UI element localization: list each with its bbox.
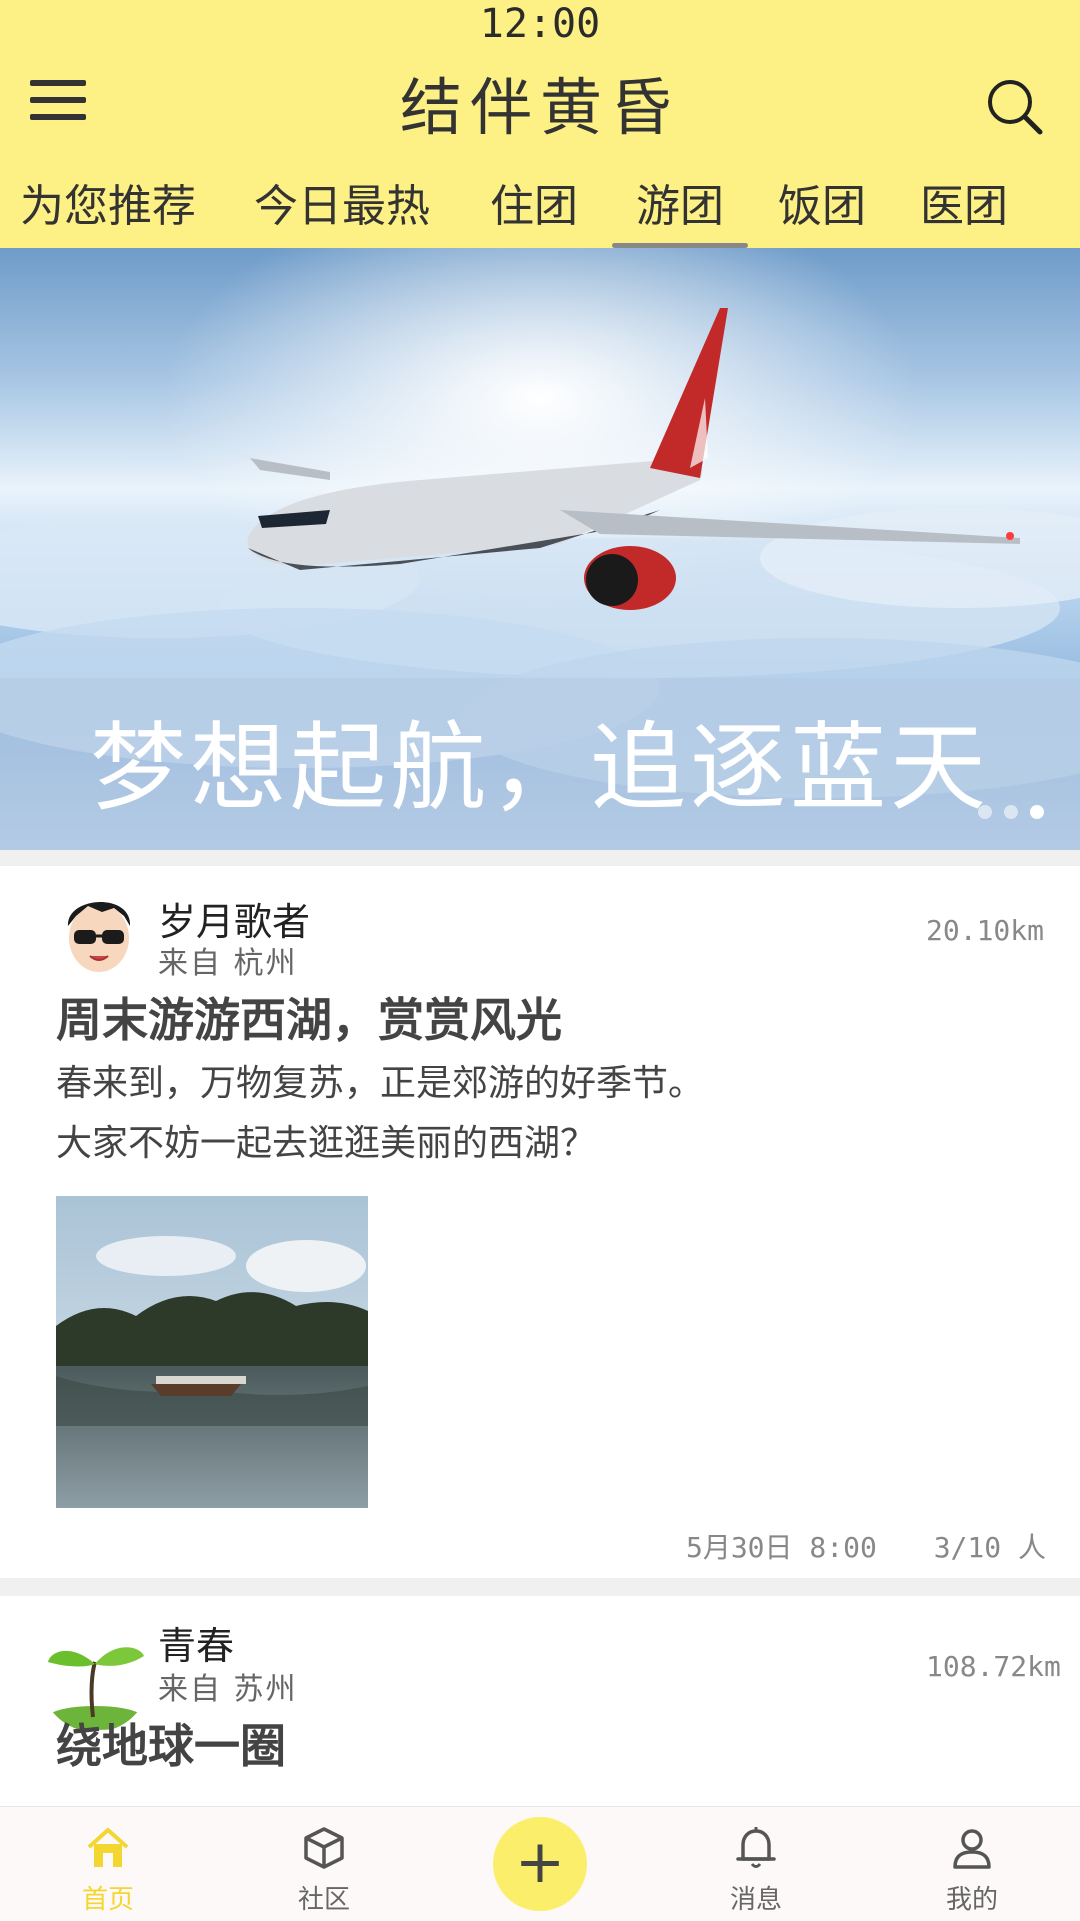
post-author[interactable]: 青春 <box>158 1622 234 1670</box>
add-post-button[interactable]: + <box>493 1817 587 1911</box>
post-title[interactable]: 绕地球一圈 <box>56 1716 286 1776</box>
app-title: 结伴黄昏 <box>399 71 680 144</box>
tab-recommend[interactable]: 为您推荐 <box>18 170 198 248</box>
search-button[interactable] <box>986 78 1044 136</box>
user-icon <box>953 1829 991 1869</box>
status-bar-time: 12:00 <box>479 1 601 47</box>
tab-hottest[interactable]: 今日最热 <box>252 170 432 248</box>
banner-caption: 梦想起航，追逐蓝天 <box>90 712 990 824</box>
carousel-dot[interactable] <box>1004 805 1018 819</box>
post-distance: 20.10km <box>926 914 1045 947</box>
post-origin: 来自 杭州 <box>158 946 298 981</box>
post-meta: 5月30日 8:00 3/10 人 <box>646 1526 1046 1566</box>
cube-icon <box>304 1827 344 1869</box>
category-tabs: 为您推荐 今日最热 住团 游团 饭团 医团 团 <box>0 170 1080 248</box>
bottom-navigation: 首页 社区 + 消息 我的 <box>0 1806 1080 1921</box>
post-author[interactable]: 岁月歌者 <box>158 898 310 946</box>
avatar-cartoon-man <box>52 886 146 980</box>
home-icon <box>87 1828 129 1867</box>
tab-more[interactable]: 团 <box>1066 170 1080 248</box>
tab-food[interactable]: 饭团 <box>776 170 868 248</box>
post-people-count: 3/10 人 <box>933 1531 1046 1564</box>
tab-lodging[interactable]: 住团 <box>488 170 580 248</box>
post-body-line: 春来到，万物复苏，正是郊游的好季节。 <box>56 1063 705 1104</box>
banner-carousel[interactable]: 梦想起航，追逐蓝天 <box>0 248 1080 850</box>
nav-community-label: 社区 <box>297 1885 350 1915</box>
post-distance: 108.72km <box>926 1650 1061 1683</box>
search-icon <box>988 80 1043 135</box>
nav-messages-label: 消息 <box>729 1885 782 1915</box>
post-card[interactable]: 青春 来自 苏州 108.72km 绕地球一圈 <box>0 1596 1080 1806</box>
app-header: 12:00 结伴黄昏 为您推荐 今日最热 住团 游团 饭团 医团 团 <box>0 0 1080 248</box>
post-photo[interactable] <box>56 1196 368 1508</box>
post-origin: 来自 苏州 <box>158 1672 298 1707</box>
carousel-dot[interactable] <box>978 805 992 819</box>
nav-profile[interactable]: 我的 <box>912 1807 1032 1921</box>
bell-icon <box>736 1827 776 1868</box>
nav-community[interactable]: 社区 <box>264 1807 384 1921</box>
post-body-line: 大家不妨一起去逛逛美丽的西湖？ <box>56 1123 597 1164</box>
west-lake-photo <box>56 1196 368 1508</box>
tab-travel[interactable]: 游团 <box>612 170 748 248</box>
nav-messages[interactable]: 消息 <box>696 1807 816 1921</box>
carousel-dot-active[interactable] <box>1030 805 1044 819</box>
nav-profile-label: 我的 <box>945 1885 998 1915</box>
post-card[interactable]: 岁月歌者 来自 杭州 20.10km 周末游游西湖，赏赏风光 春来到，万物复苏，… <box>0 866 1080 1578</box>
nav-home-label: 首页 <box>81 1885 134 1915</box>
tab-medical[interactable]: 医团 <box>918 170 1010 248</box>
post-title[interactable]: 周末游游西湖，赏赏风光 <box>56 990 562 1050</box>
nav-home[interactable]: 首页 <box>48 1807 168 1921</box>
avatar[interactable] <box>52 886 146 980</box>
post-date: 5月30日 8:00 <box>685 1531 877 1564</box>
carousel-indicator <box>966 804 1044 823</box>
